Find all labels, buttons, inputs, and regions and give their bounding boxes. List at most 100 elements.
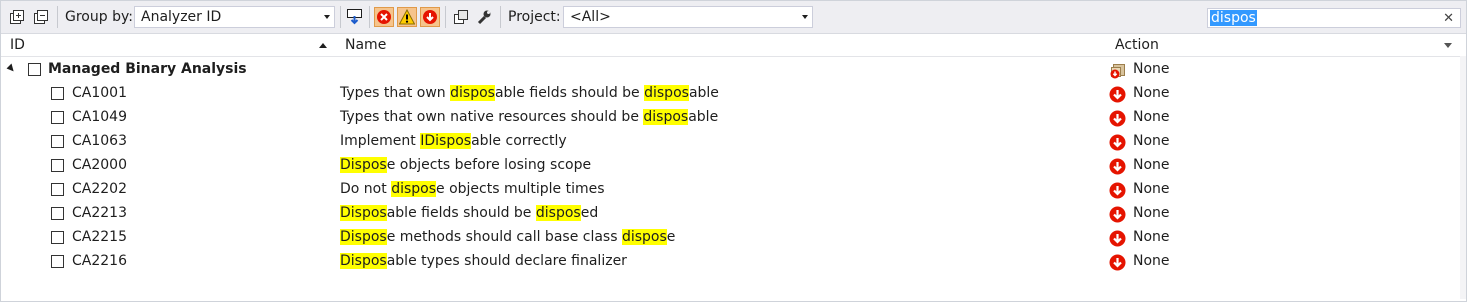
none-action-icon[interactable] <box>1109 254 1126 271</box>
table-row[interactable]: CA1063 Implement IDisposable correctly Non… <box>1 130 1464 154</box>
search-match-highlight: Dispos <box>340 157 387 173</box>
none-action-icon[interactable] <box>420 7 440 27</box>
rule-action[interactable]: None <box>1133 85 1170 101</box>
rule-id: CA2216 <box>72 253 127 269</box>
copy-icon[interactable] <box>451 7 471 27</box>
column-header: ID Name Action <box>1 34 1464 57</box>
search-match-highlight: dispos <box>643 109 689 125</box>
rule-name-text: able <box>688 109 719 125</box>
search-value: dispos <box>1210 10 1257 26</box>
group-by-label: Group by: <box>65 9 133 25</box>
none-action-icon[interactable] <box>1109 110 1126 127</box>
rule-checkbox[interactable] <box>51 207 64 220</box>
project-label: Project: <box>508 9 561 25</box>
rule-checkbox[interactable] <box>51 231 64 244</box>
table-row[interactable]: CA2000 Dispose objects before losing scop… <box>1 154 1464 178</box>
rule-name-text: ed <box>580 205 599 221</box>
search-match-highlight: dispos <box>535 205 581 221</box>
sort-ascending-icon <box>319 43 327 48</box>
rule-name: Types that own native resources should b… <box>340 109 718 125</box>
none-action-icon[interactable] <box>1109 206 1126 223</box>
rule-action[interactable]: None <box>1133 133 1170 149</box>
none-action-icon[interactable] <box>1109 230 1126 247</box>
search-match-highlight: Dispos <box>340 205 387 221</box>
rule-name-text: able correctly <box>471 133 567 149</box>
rule-name: Dispose methods should call base class d… <box>340 229 675 245</box>
column-header-action[interactable]: Action <box>1115 37 1159 53</box>
group-label: Managed Binary Analysis <box>48 61 247 77</box>
collapse-all-icon[interactable] <box>31 7 51 27</box>
search-input[interactable]: dispos ✕ <box>1207 8 1461 28</box>
rule-checkbox[interactable] <box>51 159 64 172</box>
group-by-value: Analyzer ID <box>141 9 222 25</box>
rule-action[interactable]: None <box>1133 109 1170 125</box>
move-rule-icon[interactable] <box>345 7 365 27</box>
rule-checkbox[interactable] <box>51 255 64 268</box>
rule-checkbox[interactable] <box>51 183 64 196</box>
rule-name-text: e methods should call base class <box>386 229 622 245</box>
chevron-down-icon[interactable] <box>1444 43 1452 48</box>
group-row[interactable]: Managed Binary Analysis None <box>1 58 1464 82</box>
rule-action[interactable]: None <box>1133 205 1170 221</box>
rule-name-text: e objects before losing scope <box>386 157 592 173</box>
wrench-icon[interactable] <box>474 7 494 27</box>
toolbar: Group by: Analyzer ID Project: <All> dis… <box>1 1 1466 34</box>
chevron-down-icon <box>802 15 808 19</box>
group-checkbox[interactable] <box>28 63 41 76</box>
search-match-highlight: Dispos <box>340 229 387 245</box>
rule-id: CA1049 <box>72 109 127 125</box>
column-header-id[interactable]: ID <box>10 37 25 53</box>
rule-name: Disposable fields should be disposed <box>340 205 598 221</box>
table-row[interactable]: CA2213 Disposable fields should be dispos… <box>1 202 1464 226</box>
rule-checkbox[interactable] <box>51 87 64 100</box>
warning-icon[interactable] <box>397 7 417 27</box>
expander-icon[interactable] <box>6 63 17 74</box>
none-action-icon[interactable] <box>1109 182 1126 199</box>
table-row[interactable]: CA1001 Types that own disposable fields s… <box>1 82 1464 106</box>
search-match-highlight: dispos <box>450 85 495 101</box>
rule-name: Disposable types should declare finalize… <box>340 253 627 269</box>
table-row[interactable]: CA2216 Disposable types should declare fi… <box>1 250 1464 274</box>
rule-name-text: able types should declare finalizer <box>386 253 627 269</box>
search-match-highlight: Dispos <box>340 253 387 269</box>
toolbar-separator <box>340 6 341 28</box>
project-dropdown[interactable]: <All> <box>563 6 813 28</box>
mixed-action-icon[interactable] <box>1109 62 1126 79</box>
rule-action[interactable]: None <box>1133 229 1170 245</box>
expand-all-icon[interactable] <box>7 7 27 27</box>
toolbar-separator <box>369 6 370 28</box>
table-row[interactable]: CA2215 Dispose methods should call base c… <box>1 226 1464 250</box>
search-match-highlight: dispos <box>644 85 689 101</box>
rule-id: CA2213 <box>72 205 127 221</box>
none-action-icon[interactable] <box>1109 86 1126 103</box>
project-value: <All> <box>570 9 611 25</box>
error-icon[interactable] <box>374 7 394 27</box>
scrollbar[interactable] <box>1460 56 1466 299</box>
column-header-name[interactable]: Name <box>345 37 386 53</box>
group-action[interactable]: None <box>1133 61 1170 77</box>
none-action-icon[interactable] <box>1109 134 1126 151</box>
rule-id: CA1001 <box>72 85 127 101</box>
rule-checkbox[interactable] <box>51 135 64 148</box>
clear-search-icon[interactable]: ✕ <box>1443 11 1454 26</box>
rule-name-text: Do not <box>340 181 392 197</box>
toolbar-separator <box>500 6 501 28</box>
toolbar-separator <box>445 6 446 28</box>
rule-name-text: e objects multiple times <box>436 181 605 197</box>
rule-id: CA2215 <box>72 229 127 245</box>
rule-checkbox[interactable] <box>51 111 64 124</box>
rule-action[interactable]: None <box>1133 181 1170 197</box>
table-row[interactable]: CA2202 Do not dispose objects multiple ti… <box>1 178 1464 202</box>
rule-id: CA1063 <box>72 133 127 149</box>
table-row[interactable]: CA1049 Types that own native resources sh… <box>1 106 1464 130</box>
group-by-dropdown[interactable]: Analyzer ID <box>134 6 335 28</box>
rule-action[interactable]: None <box>1133 253 1170 269</box>
rule-action[interactable]: None <box>1133 157 1170 173</box>
rule-name-text: Implement <box>340 133 421 149</box>
chevron-down-icon <box>324 15 330 19</box>
rule-name-text: able fields should be <box>386 205 536 221</box>
rule-name: Do not dispose objects multiple times <box>340 181 605 197</box>
none-action-icon[interactable] <box>1109 158 1126 175</box>
search-match-highlight: IDispos <box>420 133 472 149</box>
rule-name-text: e <box>666 229 676 245</box>
